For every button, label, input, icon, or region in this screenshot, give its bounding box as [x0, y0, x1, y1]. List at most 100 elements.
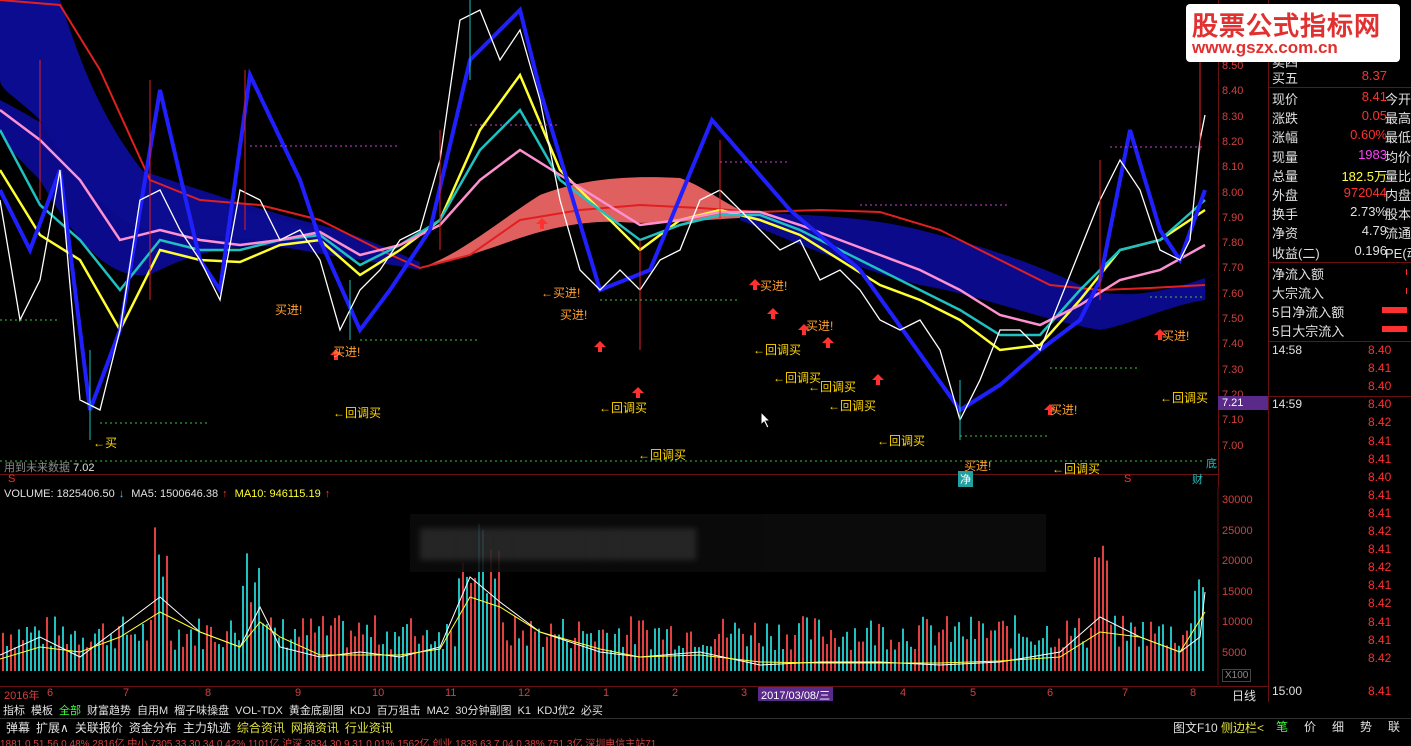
volume-bar	[626, 634, 628, 671]
indicator-tab[interactable]: KDJ	[347, 705, 374, 717]
volume-bar	[138, 640, 140, 671]
volume-bar	[910, 646, 912, 671]
volume-bar	[854, 628, 856, 671]
indicator-tab[interactable]: 必买	[578, 702, 606, 718]
volume-bar	[786, 634, 788, 671]
annotation-buy-in: 买进!	[806, 319, 834, 333]
annotation-pullback-buy: ←回调买	[808, 380, 857, 394]
tick-price: 8.41	[1368, 632, 1392, 647]
volume-bar	[666, 629, 668, 671]
volume-bar	[782, 648, 784, 671]
bottom-tab[interactable]: 综合资讯	[234, 719, 288, 736]
volume-axis-label: 15000	[1222, 585, 1253, 598]
volume-bar	[322, 616, 324, 671]
indicator-tab[interactable]: 榴子味操盘	[171, 702, 232, 718]
quote-row-buy5: 买五 8.37	[1272, 68, 1387, 86]
right-panel-tab[interactable]: 联	[1380, 718, 1408, 735]
volume-bar	[1146, 645, 1148, 671]
indicator-tab[interactable]: 指标	[0, 702, 28, 718]
tick-price: 8.41	[1368, 684, 1392, 698]
bottom-tab[interactable]: 网摘资讯	[288, 719, 342, 736]
indicator-tab[interactable]: 全部	[56, 702, 84, 718]
volume-bar	[822, 636, 824, 671]
volume-bar	[842, 636, 844, 671]
indicator-tab[interactable]: MA2	[424, 705, 453, 717]
volume-axis-label: 10000	[1222, 616, 1253, 628]
bottom-tab[interactable]: 主力轨迹	[180, 719, 234, 736]
right-panel-tab[interactable]: 细	[1324, 718, 1352, 735]
volume-bar	[998, 621, 1000, 671]
volume-bar	[38, 630, 40, 671]
volume-bar	[90, 641, 92, 671]
indicator-tab[interactable]: 30分钟副图	[452, 702, 514, 718]
quote-label: 涨幅	[1272, 130, 1299, 146]
price-axis-label: 8.40	[1222, 85, 1244, 98]
volume-bar	[830, 629, 832, 671]
volume-bar	[726, 637, 728, 671]
quote-row: 现量 1983 均价	[1272, 147, 1411, 166]
quote-side-label: 今开	[1385, 92, 1411, 107]
volume-bar	[390, 649, 392, 671]
volume-bar	[338, 615, 340, 671]
annotation-buy-in: 买进!	[560, 308, 588, 322]
volume-bar	[694, 646, 696, 671]
f10-button[interactable]: 图文F10	[1170, 719, 1221, 736]
flow-row: 5日大宗流入	[1272, 321, 1411, 340]
quote-value: 8.41	[1361, 89, 1387, 104]
volume-bar	[706, 646, 708, 671]
right-panel-tab[interactable]: 价	[1296, 718, 1324, 735]
date-month-tick: 5	[970, 687, 977, 699]
bottom-tab[interactable]: 资金分布	[126, 719, 180, 736]
volume-bar	[450, 630, 452, 671]
volume-bar	[166, 555, 168, 671]
indicator-tab[interactable]: VOL-TDX	[232, 705, 286, 717]
tick-price: 8.40	[1368, 379, 1392, 394]
volume-bar	[1034, 644, 1036, 671]
volume-bar	[302, 618, 304, 671]
volume-bar	[382, 644, 384, 671]
indicator-tab[interactable]: 百万狙击	[374, 702, 424, 718]
indicator-tab[interactable]: 财富趋势	[84, 702, 134, 718]
date-month-tick: 2	[672, 687, 679, 699]
mouse-cursor-icon	[760, 411, 772, 429]
indicator-tab[interactable]: K1	[515, 705, 534, 717]
indicator-tab[interactable]: 自用M	[134, 702, 171, 718]
volume-bar	[14, 647, 16, 671]
flow-label: 5日大宗流入	[1272, 324, 1345, 339]
sidebar-toggle[interactable]: 侧边栏<	[1218, 719, 1267, 736]
tick-row: 14:58 8.40	[1272, 343, 1411, 361]
bottom-tab[interactable]: 关联报价	[72, 719, 126, 736]
indicator-tab[interactable]: 黄金底副图	[286, 702, 347, 718]
volume-bar	[606, 632, 608, 671]
volume-bar	[114, 648, 116, 671]
bottom-tab[interactable]: 弹幕	[3, 719, 33, 736]
volume-bar	[750, 635, 752, 671]
volume-bar	[1110, 624, 1112, 671]
date-year: 2016年	[4, 690, 40, 702]
volume-bar	[950, 641, 952, 671]
right-panel-tab[interactable]: 势	[1352, 718, 1380, 735]
volume-bar	[78, 644, 80, 671]
date-month-tick: 10	[372, 687, 385, 699]
volume-legend: VOLUME: 1825406.50 ↓ MA5: 1500646.38 ↑ MA1…	[4, 488, 331, 500]
tick-price: 8.41	[1368, 505, 1392, 520]
volume-bar	[210, 626, 212, 671]
volume-bar	[1178, 645, 1180, 671]
indicator-tab[interactable]: 模板	[28, 702, 56, 718]
volume-bar	[526, 645, 528, 671]
volume-bar	[6, 645, 8, 671]
date-cursor-label: 2017/03/08/三	[758, 687, 834, 702]
bottom-tab[interactable]: 行业资讯	[342, 719, 396, 736]
right-panel-tab[interactable]: 笔	[1268, 718, 1296, 735]
volume-bar	[318, 626, 320, 671]
indicator-tab[interactable]: KDJ优2	[534, 702, 578, 718]
volume-bar	[986, 637, 988, 671]
volume-bar	[178, 629, 180, 671]
volume-bar	[174, 649, 176, 671]
volume-bar	[214, 641, 216, 671]
volume-scale[interactable]: X100	[1222, 669, 1252, 682]
volume-bar	[1014, 615, 1016, 671]
volume-bar	[222, 647, 224, 671]
bottom-tab[interactable]: 扩展∧	[33, 719, 72, 736]
volume-bar	[774, 649, 776, 671]
